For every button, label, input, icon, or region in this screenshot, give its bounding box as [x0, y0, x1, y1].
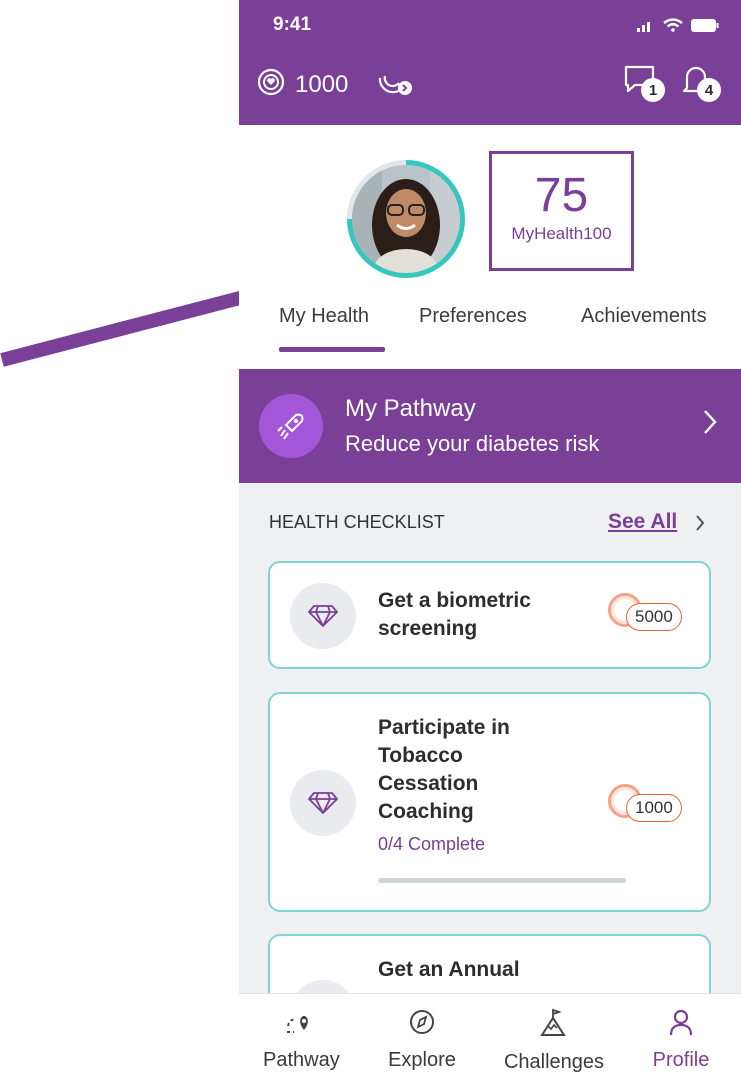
compass-icon [408, 1010, 436, 1040]
profile-tabs: My Health Preferences Achievements [239, 305, 741, 352]
status-icons [637, 18, 719, 37]
bottom-nav: Pathway Explore Challenges Profile [239, 993, 741, 1079]
card-title: Get a biometric screening [378, 589, 531, 640]
myhealth-score[interactable]: 75 MyHealth100 [489, 151, 634, 271]
card-title: Participate in Tobacco Cessation Coachin… [378, 716, 510, 823]
reward-value: 5000 [626, 603, 682, 631]
checklist-heading: HEALTH CHECKLIST [269, 512, 445, 532]
messages-button[interactable]: 1 [623, 64, 665, 102]
checklist-card[interactable]: Participate in Tobacco Cessation Coachin… [268, 692, 711, 912]
pathway-icon [284, 1016, 314, 1040]
diamond-icon [290, 770, 356, 836]
notifications-button[interactable]: 4 [679, 64, 721, 102]
header-actions: 1 4 [623, 64, 721, 102]
pathway-title: My Pathway [345, 395, 476, 422]
nav-label: Profile [652, 1049, 710, 1071]
chevron-right-icon [703, 409, 717, 440]
tab-my-health[interactable]: My Health [279, 305, 369, 328]
card-title: Get an Annual [378, 958, 520, 981]
see-all-link[interactable]: See All [608, 510, 677, 534]
avatar-ring[interactable] [347, 160, 465, 278]
coin-balance[interactable]: 1000 [257, 66, 416, 103]
avatar [352, 165, 460, 273]
progress-text: 0/4 Complete [378, 834, 486, 854]
tab-preferences[interactable]: Preferences [419, 305, 527, 328]
notifications-badge: 4 [697, 78, 721, 102]
activity-ring-icon[interactable] [374, 66, 416, 103]
mountain-icon [539, 1008, 569, 1042]
tab-achievements[interactable]: Achievements [581, 305, 707, 328]
score-value: 75 [534, 169, 589, 222]
pathway-subtitle: Reduce your diabetes risk [345, 431, 600, 456]
diamond-icon [290, 583, 356, 649]
nav-label: Explore [388, 1049, 456, 1071]
nav-challenges[interactable]: Challenges [489, 1008, 619, 1074]
battery-icon [691, 18, 719, 37]
pathway-banner[interactable]: My Pathway Reduce your diabetes risk [239, 369, 741, 483]
wifi-icon [663, 18, 683, 37]
nav-profile[interactable]: Profile [643, 1008, 719, 1072]
reward-points: 5000 [608, 593, 698, 637]
app-header: 9:41 1000 1 4 [239, 0, 741, 125]
nav-explore[interactable]: Explore [382, 1008, 462, 1072]
phone-screen: 9:41 1000 1 4 75 MyHealth100 My Health P… [239, 0, 741, 1079]
see-all-chevron-icon [695, 514, 705, 537]
nav-label: Pathway [263, 1049, 340, 1071]
active-tab-indicator [279, 347, 385, 352]
messages-badge: 1 [641, 78, 665, 102]
reward-points: 1000 [608, 784, 698, 828]
rocket-icon [259, 394, 323, 458]
progress-bar [378, 878, 626, 883]
signal-icon [637, 19, 655, 37]
nav-pathway[interactable]: Pathway [263, 1008, 340, 1072]
person-icon [668, 1009, 694, 1040]
coin-count: 1000 [295, 70, 349, 98]
score-label: MyHealth100 [511, 224, 612, 243]
coin-icon [257, 68, 285, 101]
checklist-card[interactable]: Get a biometric screening 5000 [268, 561, 711, 669]
nav-label: Challenges [503, 1051, 605, 1073]
status-time: 9:41 [273, 14, 312, 35]
reward-value: 1000 [626, 794, 682, 822]
